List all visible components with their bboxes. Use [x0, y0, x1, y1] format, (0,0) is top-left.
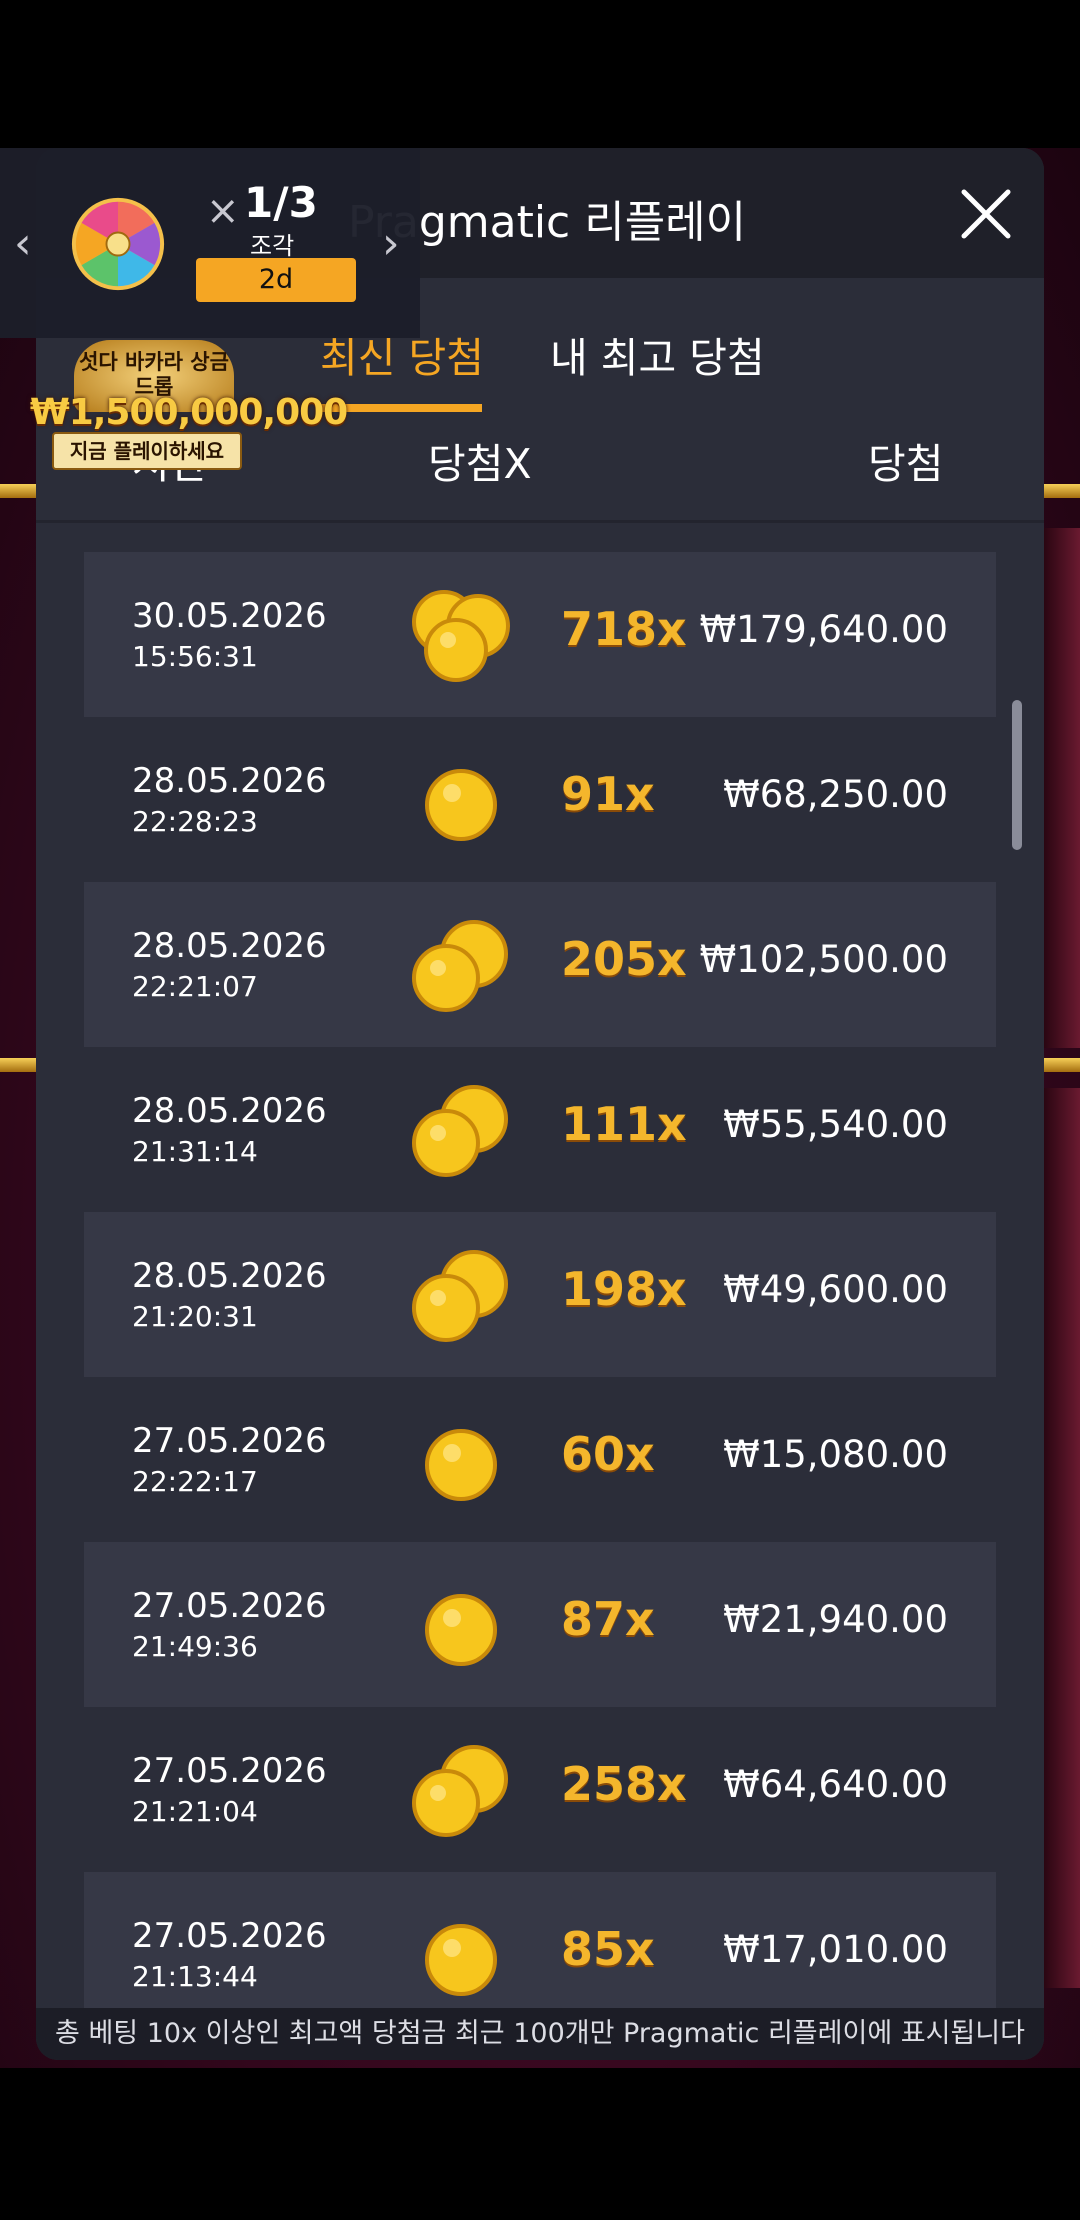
- win-row[interactable]: 28.05.2026 22:28:23 91x ₩68,250.00: [84, 717, 996, 882]
- promo-banner[interactable]: 섯다 바카라 상금 드롭 ₩1,500,000,000 지금 플레이하세요: [30, 340, 348, 470]
- prize-wheel-icon[interactable]: [70, 196, 166, 292]
- win-date: 28.05.2026: [132, 926, 327, 966]
- win-multiplier: 258x: [561, 1757, 687, 1811]
- win-amount: ₩15,080.00: [723, 1433, 948, 1476]
- win-multiplier: 85x: [561, 1922, 655, 1976]
- footer-note: 총 베팅 10x 이상인 최고액 당첨금 최근 100개만 Pragmatic …: [36, 2008, 1044, 2060]
- win-amount: ₩68,250.00: [723, 773, 948, 816]
- win-row[interactable]: 27.05.2026 21:21:04 258x ₩64,640.00: [84, 1707, 996, 1872]
- promo-next-arrow-icon[interactable]: ›: [382, 218, 400, 269]
- close-button[interactable]: [956, 184, 1016, 244]
- promo-count: 1/3: [244, 178, 318, 227]
- coins-icon: [406, 1904, 516, 2004]
- win-time: 22:28:23: [132, 805, 258, 838]
- win-row[interactable]: 28.05.2026 22:21:07 205x ₩102,500.00: [84, 882, 996, 1047]
- close-icon: [961, 189, 1011, 239]
- win-date: 28.05.2026: [132, 1091, 327, 1131]
- win-multiplier: 60x: [561, 1427, 655, 1481]
- promo-prev-arrow-icon[interactable]: ‹: [14, 218, 32, 269]
- column-header-multiplier: 당첨X: [428, 440, 532, 488]
- coins-icon: [406, 1739, 516, 1839]
- win-date: 27.05.2026: [132, 1421, 327, 1461]
- win-row[interactable]: 28.05.2026 21:31:14 111x ₩55,540.00: [84, 1047, 996, 1212]
- win-multiplier: 205x: [561, 932, 687, 986]
- coins-icon: [406, 914, 516, 1014]
- win-date: 28.05.2026: [132, 1256, 327, 1296]
- win-row[interactable]: 30.05.2026 15:56:31 718x ₩179,640.00: [84, 552, 996, 717]
- scrollbar[interactable]: [1012, 700, 1022, 850]
- win-time: 22:22:17: [132, 1465, 258, 1498]
- win-row[interactable]: 28.05.2026 21:20:31 198x ₩49,600.00: [84, 1212, 996, 1377]
- win-amount: ₩179,640.00: [699, 608, 948, 651]
- win-amount: ₩17,010.00: [723, 1928, 948, 1971]
- coins-icon: [406, 1409, 516, 1509]
- coins-icon: [406, 1244, 516, 1344]
- promo-close-icon[interactable]: ×: [206, 188, 240, 234]
- column-header-win: 당첨: [868, 440, 944, 488]
- win-date: 27.05.2026: [132, 1916, 327, 1956]
- promo-count-label: 조각: [250, 232, 295, 260]
- win-time: 15:56:31: [132, 640, 258, 673]
- win-date: 27.05.2026: [132, 1586, 327, 1626]
- win-amount: ₩102,500.00: [699, 938, 948, 981]
- win-multiplier: 87x: [561, 1592, 655, 1646]
- game-side-strip: [1044, 528, 1080, 1048]
- win-time: 22:21:07: [132, 970, 258, 1003]
- win-multiplier: 718x: [561, 602, 687, 656]
- coins-icon: [406, 1574, 516, 1674]
- win-amount: ₩21,940.00: [723, 1598, 948, 1641]
- coins-icon: [406, 1079, 516, 1179]
- tab-my-best-wins[interactable]: 내 최고 당첨: [550, 324, 765, 384]
- coins-icon: [406, 749, 516, 849]
- win-row[interactable]: 27.05.2026 21:49:36 87x ₩21,940.00: [84, 1542, 996, 1707]
- win-amount: ₩55,540.00: [723, 1103, 948, 1146]
- win-multiplier: 91x: [561, 767, 655, 821]
- promo-time-badge: 2d: [196, 258, 356, 302]
- win-date: 28.05.2026: [132, 761, 327, 801]
- win-amount: ₩64,640.00: [723, 1763, 948, 1806]
- win-multiplier: 111x: [561, 1097, 687, 1151]
- win-time: 21:31:14: [132, 1135, 258, 1168]
- win-amount: ₩49,600.00: [723, 1268, 948, 1311]
- coins-icon: [406, 584, 516, 684]
- win-time: 21:13:44: [132, 1960, 258, 1993]
- win-time: 21:21:04: [132, 1795, 258, 1828]
- banner-amount: ₩1,500,000,000: [30, 392, 348, 433]
- win-time: 21:20:31: [132, 1300, 258, 1333]
- banner-play-button[interactable]: 지금 플레이하세요: [52, 432, 242, 470]
- win-row[interactable]: 27.05.2026 22:22:17 60x ₩15,080.00: [84, 1377, 996, 1542]
- win-date: 27.05.2026: [132, 1751, 327, 1791]
- game-side-strip: [1044, 1088, 1080, 1988]
- win-time: 21:49:36: [132, 1630, 258, 1663]
- win-multiplier: 198x: [561, 1262, 687, 1316]
- win-date: 30.05.2026: [132, 596, 327, 636]
- promo-widget: ‹ × 1/3 조각 2d ›: [0, 148, 420, 338]
